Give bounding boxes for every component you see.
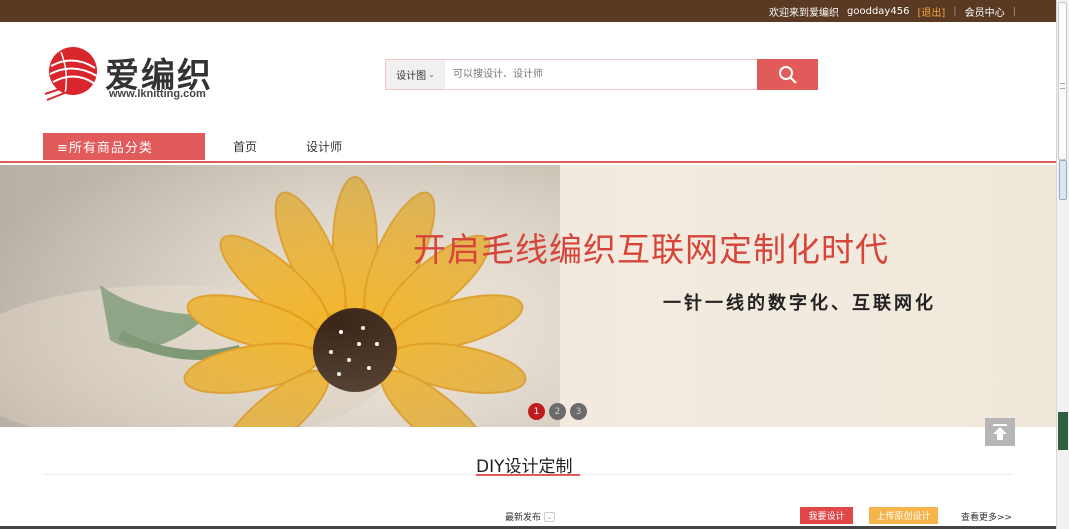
top-bar: 欢迎来到爱编织 goodday456 [退出] | 会员中心 | [0, 0, 1056, 22]
search-button[interactable] [757, 59, 818, 90]
chevron-down-icon: ⌄ [428, 70, 435, 79]
search-bar: 设计图 ⌄ [385, 59, 818, 90]
carousel-dot-2[interactable]: 2 [549, 403, 566, 420]
nav-designers[interactable]: 设计师 [306, 138, 342, 155]
view-more-link[interactable]: 查看更多>> [961, 510, 1012, 523]
separator: | [953, 5, 957, 17]
carousel-dot-3[interactable]: 3 [570, 403, 587, 420]
logout-link[interactable]: [退出] [917, 4, 945, 19]
search-category-select[interactable]: 设计图 ⌄ [386, 60, 445, 89]
banner-headline: 开启毛线编织互联网定制化时代 [413, 230, 889, 269]
section-title-underline [476, 474, 580, 476]
back-to-top-button[interactable] [985, 418, 1015, 446]
carousel-dots: 1 2 3 [528, 403, 587, 420]
yarn-ball-logo-icon [44, 47, 98, 101]
nav-home[interactable]: 首页 [233, 138, 257, 155]
logo-url: www.lknitting.com [109, 88, 206, 100]
arrow-up-icon [993, 424, 1007, 440]
banner-subline: 一针一线的数字化、互联网化 [663, 293, 936, 314]
chevron-down-icon: ⌄ [544, 511, 556, 522]
want-design-button[interactable]: 我要设计 [800, 507, 853, 524]
scrollbar-thumb[interactable] [1058, 2, 1067, 160]
sort-latest-dropdown[interactable]: 最新发布 ⌄ [505, 510, 556, 523]
sort-latest-label: 最新发布 [505, 513, 542, 523]
upload-design-button[interactable]: 上传原创设计 [869, 507, 938, 524]
separator: | [1012, 5, 1016, 17]
carousel-dot-1[interactable]: 1 [528, 403, 545, 420]
site-logo[interactable]: 爱编织 www.lknitting.com [43, 44, 233, 102]
all-categories-button[interactable]: ≡所有商品分类 [43, 133, 205, 160]
hero-banner[interactable]: 开启毛线编织互联网定制化时代 一针一线的数字化、互联网化 1 2 3 [0, 165, 1056, 427]
search-icon [778, 65, 797, 84]
welcome-text: 欢迎来到爱编织 [769, 7, 840, 19]
username-link[interactable]: goodday456 [847, 6, 909, 17]
search-category-label: 设计图 [396, 71, 427, 82]
main-nav: ≡所有商品分类 首页 设计师 [0, 130, 1056, 163]
scrollbar-highlight [1058, 412, 1068, 450]
page-scrollbar[interactable] [1056, 0, 1069, 529]
search-input[interactable] [445, 60, 757, 89]
sunflower-image [0, 165, 560, 427]
scrollbar-marker [1059, 160, 1067, 200]
top-bar-user-area: 欢迎来到爱编织 goodday456 [退出] | 会员中心 | [769, 0, 1016, 22]
member-center-link[interactable]: 会员中心 [965, 4, 1005, 19]
